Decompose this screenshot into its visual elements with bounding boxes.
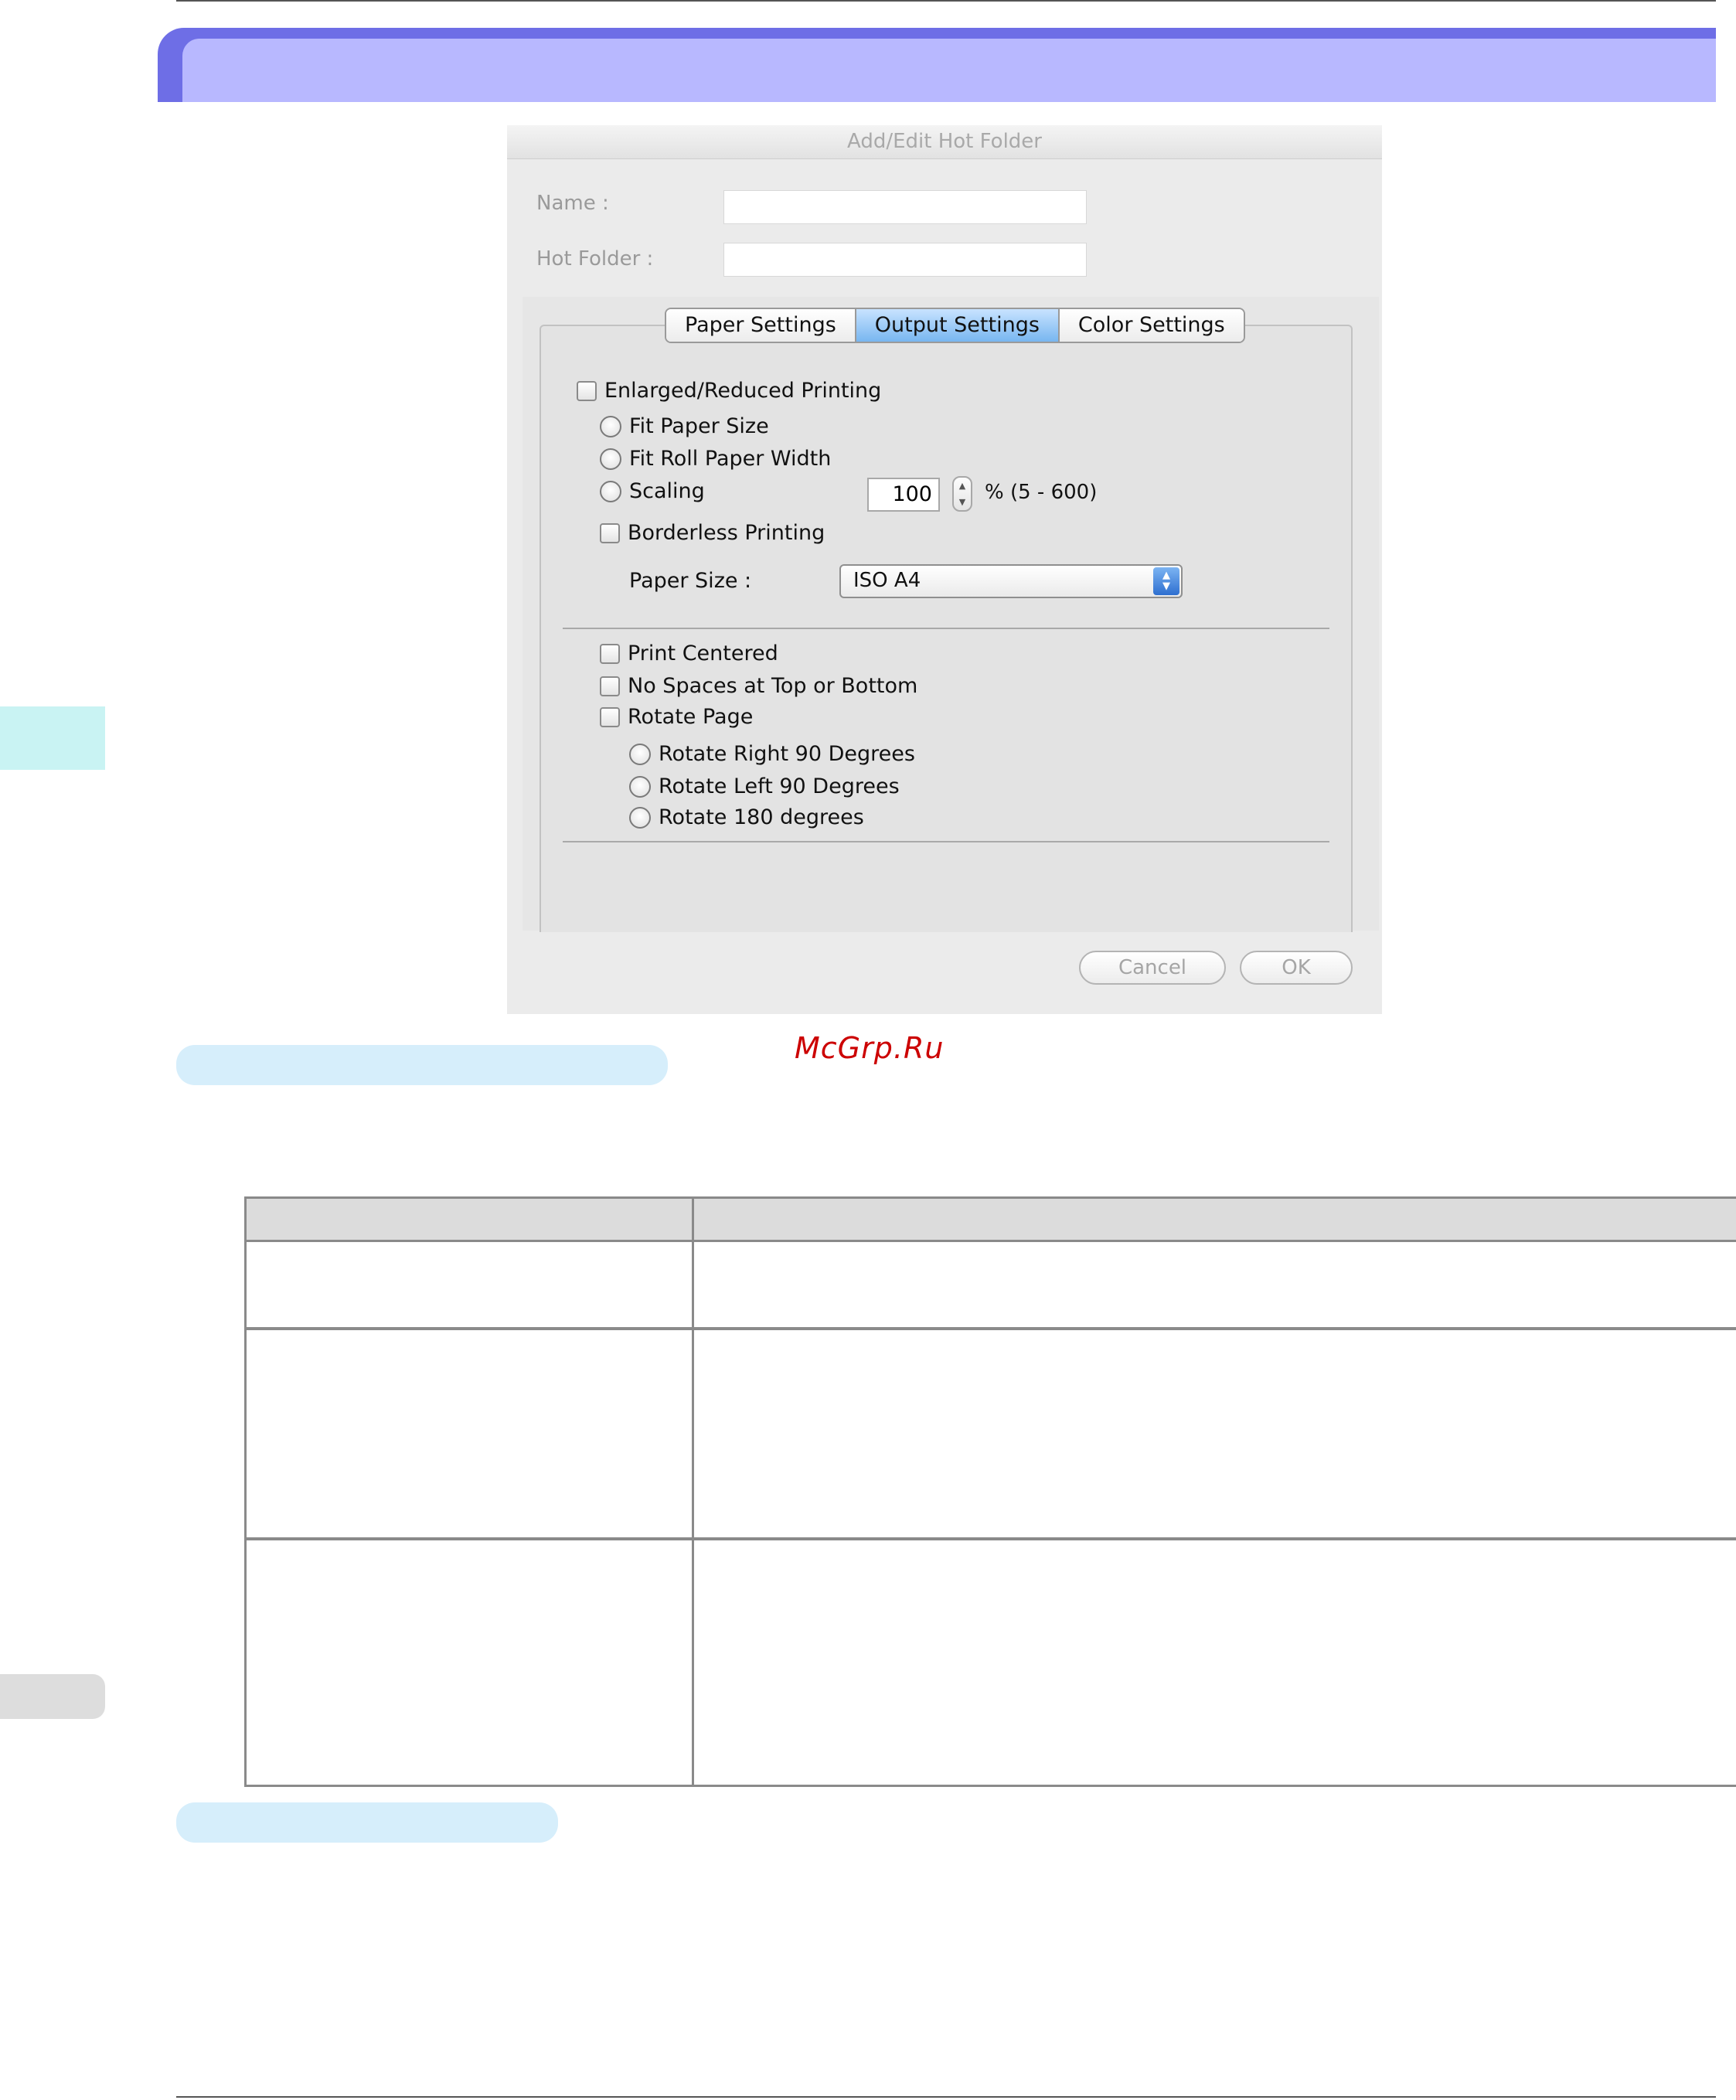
- checkbox-box: [600, 643, 620, 664]
- scaling-range-label: % (5 - 600): [985, 481, 1098, 504]
- rotate-180-label: Rotate 180 degrees: [659, 805, 864, 829]
- name-field[interactable]: [723, 190, 1087, 224]
- no-spaces-label: No Spaces at Top or Bottom: [628, 674, 918, 698]
- paper-size-value: ISO A4: [853, 569, 921, 592]
- stepper-down-icon[interactable]: ▼: [959, 498, 965, 506]
- settings-table: [244, 1196, 1736, 1787]
- paper-size-select[interactable]: ISO A4 ▲ ▼: [839, 564, 1183, 598]
- radio-circle: [629, 775, 651, 798]
- scaling-input[interactable]: 100: [867, 478, 940, 512]
- rotate-right-label: Rotate Right 90 Degrees: [659, 742, 915, 766]
- radio-circle: [600, 480, 621, 502]
- tab-paper-settings[interactable]: Paper Settings: [666, 309, 856, 342]
- separator: [563, 628, 1329, 629]
- hot-folder-field[interactable]: [723, 243, 1087, 277]
- dialog-title: Add/Edit Hot Folder: [847, 130, 1042, 153]
- section-heading-bar: [176, 1045, 668, 1085]
- scaling-radio[interactable]: Scaling: [600, 479, 705, 503]
- stepper-up-icon[interactable]: ▲: [959, 482, 965, 490]
- section-heading-bar: [176, 1802, 558, 1843]
- settings-tabs: Paper Settings Output Settings Color Set…: [665, 308, 1245, 343]
- name-label: Name :: [536, 192, 609, 215]
- borderless-printing-checkbox[interactable]: Borderless Printing: [600, 521, 825, 545]
- checkbox-box: [600, 522, 620, 543]
- bottom-rule: [176, 2096, 1716, 2098]
- watermark: McGrp.Ru: [795, 1031, 945, 1065]
- add-edit-hot-folder-dialog: Add/Edit Hot Folder Name : Hot Folder : …: [507, 125, 1382, 1014]
- cancel-button[interactable]: Cancel: [1079, 951, 1226, 985]
- table-header: [247, 1199, 1736, 1242]
- table-column-divider: [692, 1199, 694, 1785]
- rotate-left-label: Rotate Left 90 Degrees: [659, 774, 900, 798]
- radio-circle: [629, 806, 651, 829]
- dialog-titlebar: Add/Edit Hot Folder: [507, 125, 1382, 159]
- fit-roll-paper-width-radio[interactable]: Fit Roll Paper Width: [600, 447, 831, 471]
- print-centered-checkbox[interactable]: Print Centered: [600, 642, 778, 665]
- no-spaces-checkbox[interactable]: No Spaces at Top or Bottom: [600, 674, 917, 698]
- separator: [563, 841, 1329, 842]
- rotate-left-radio[interactable]: Rotate Left 90 Degrees: [629, 774, 900, 798]
- tab-color-settings[interactable]: Color Settings: [1059, 309, 1244, 342]
- fit-paper-size-label: Fit Paper Size: [629, 414, 769, 438]
- rotate-180-radio[interactable]: Rotate 180 degrees: [629, 805, 864, 829]
- fit-roll-paper-width-label: Fit Roll Paper Width: [629, 447, 832, 471]
- scaling-label: Scaling: [629, 479, 705, 503]
- rotate-right-radio[interactable]: Rotate Right 90 Degrees: [629, 742, 915, 766]
- top-rule: [176, 0, 1716, 2]
- rotate-page-label: Rotate Page: [628, 705, 754, 729]
- rotate-page-checkbox[interactable]: Rotate Page: [600, 705, 753, 729]
- select-arrows-icon: ▲ ▼: [1153, 567, 1179, 595]
- radio-circle: [629, 743, 651, 765]
- hot-folder-label: Hot Folder :: [536, 247, 654, 271]
- enlarged-reduced-checkbox[interactable]: Enlarged/Reduced Printing: [577, 379, 881, 403]
- borderless-printing-label: Borderless Printing: [628, 521, 825, 545]
- scaling-stepper[interactable]: ▲ ▼: [952, 476, 972, 512]
- table-row-divider: [247, 1537, 1736, 1540]
- fit-paper-size-radio[interactable]: Fit Paper Size: [600, 414, 769, 438]
- radio-circle: [600, 415, 621, 437]
- table-row-divider: [247, 1327, 1736, 1330]
- ok-button[interactable]: OK: [1240, 951, 1353, 985]
- tab-output-settings[interactable]: Output Settings: [856, 309, 1060, 342]
- radio-circle: [600, 448, 621, 470]
- page-header-banner-inner: [182, 39, 1716, 102]
- side-page-tab: [0, 1674, 105, 1719]
- checkbox-box: [600, 676, 620, 696]
- checkbox-box: [577, 380, 597, 401]
- side-chapter-tab: [0, 706, 105, 770]
- page-header-banner: [158, 28, 1716, 102]
- enlarged-reduced-label: Enlarged/Reduced Printing: [604, 379, 882, 403]
- checkbox-box: [600, 706, 620, 727]
- paper-size-label: Paper Size :: [629, 569, 752, 593]
- print-centered-label: Print Centered: [628, 642, 778, 665]
